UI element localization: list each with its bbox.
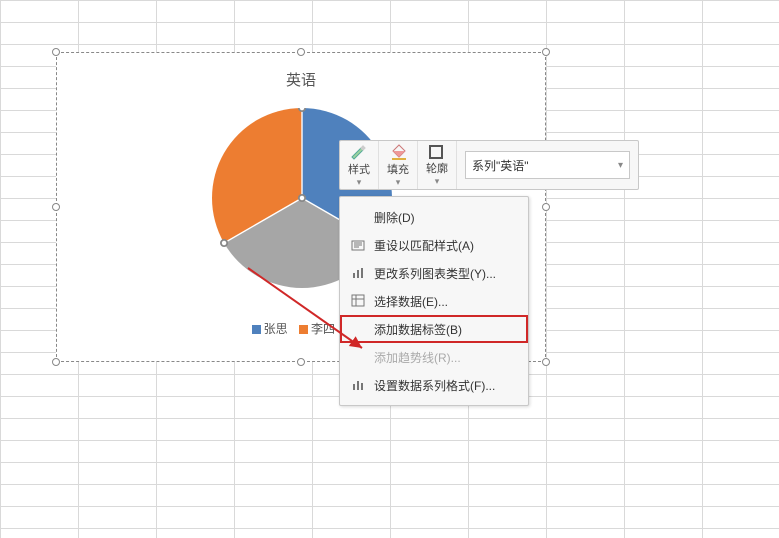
outline-label: 轮廓 (426, 160, 448, 176)
resize-handle-n[interactable] (297, 48, 305, 56)
blank-icon (348, 208, 370, 226)
menu-delete[interactable]: 删除(D) (340, 203, 528, 231)
chart-mini-toolbar: 样式▾ 填充▾ 轮廓▾ 系列"英语" (339, 140, 639, 190)
menu-format-series[interactable]: 设置数据系列格式(F)... (340, 371, 528, 399)
resize-handle-s[interactable] (297, 358, 305, 366)
menu-change-chart-type-label: 更改系列图表类型(Y)... (374, 265, 496, 282)
bucket-icon (387, 143, 409, 161)
blank-icon (348, 348, 370, 366)
select-data-icon (348, 292, 370, 310)
menu-delete-label: 删除(D) (374, 209, 415, 226)
legend-label-2: 李四 (311, 322, 335, 336)
menu-add-data-labels[interactable]: 添加数据标签(B) (340, 315, 528, 343)
context-menu: 删除(D) 重设以匹配样式(A) 更改系列图表类型(Y)... 选择数据(E).… (339, 196, 529, 406)
legend-swatch-1 (252, 325, 261, 334)
legend-label-1: 张思 (264, 322, 288, 336)
resize-handle-w[interactable] (52, 203, 60, 211)
legend-swatch-2 (299, 325, 308, 334)
fill-label: 填充 (387, 161, 409, 177)
menu-change-chart-type[interactable]: 更改系列图表类型(Y)... (340, 259, 528, 287)
menu-select-data-label: 选择数据(E)... (374, 293, 448, 310)
reset-icon (348, 236, 370, 254)
style-button[interactable]: 样式▾ (340, 141, 379, 189)
resize-handle-ne[interactable] (542, 48, 550, 56)
resize-handle-nw[interactable] (52, 48, 60, 56)
series-selected-text: 系列"英语" (472, 157, 529, 174)
menu-add-trendline: 添加趋势线(R)... (340, 343, 528, 371)
resize-handle-e[interactable] (542, 203, 550, 211)
menu-reset-style-label: 重设以匹配样式(A) (374, 237, 474, 254)
menu-select-data[interactable]: 选择数据(E)... (340, 287, 528, 315)
format-series-icon (348, 376, 370, 394)
style-label: 样式 (348, 161, 370, 177)
brush-icon (348, 143, 370, 161)
series-selector[interactable]: 系列"英语" (465, 151, 630, 179)
blank-icon (348, 320, 370, 338)
chart-type-icon (348, 264, 370, 282)
fill-button[interactable]: 填充▾ (379, 141, 418, 189)
resize-handle-se[interactable] (542, 358, 550, 366)
resize-handle-sw[interactable] (52, 358, 60, 366)
menu-add-trendline-label: 添加趋势线(R)... (374, 349, 461, 366)
outline-icon (426, 143, 448, 160)
menu-reset-style[interactable]: 重设以匹配样式(A) (340, 231, 528, 259)
chart-title[interactable]: 英语 (57, 69, 545, 90)
outline-button[interactable]: 轮廓▾ (418, 141, 457, 189)
menu-format-series-label: 设置数据系列格式(F)... (374, 377, 495, 394)
menu-add-data-labels-label: 添加数据标签(B) (374, 321, 462, 338)
